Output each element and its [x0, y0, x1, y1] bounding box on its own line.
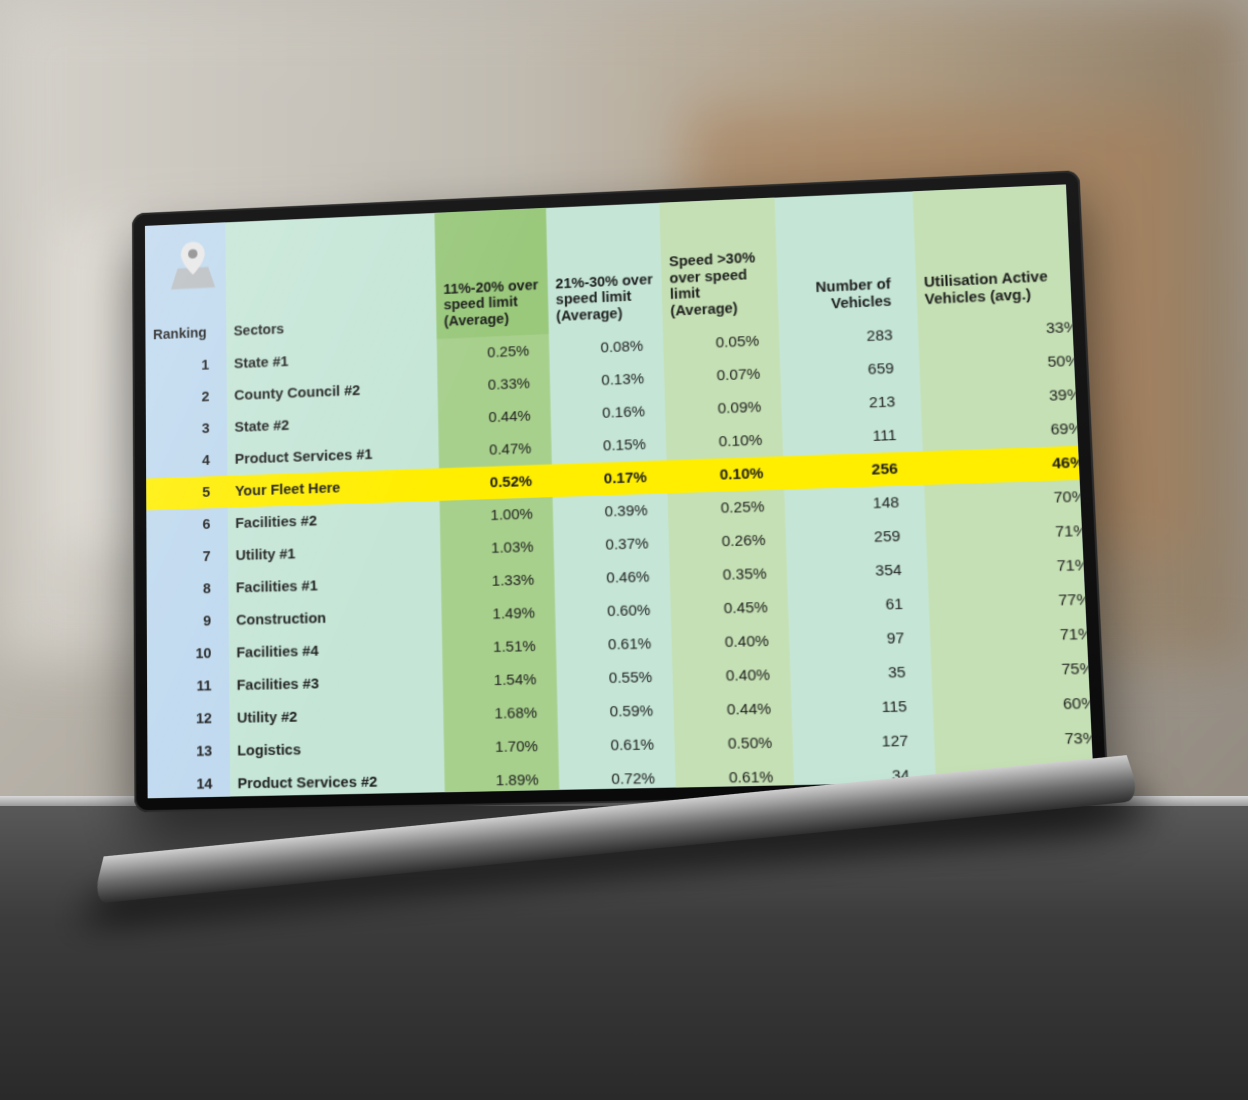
cell-sector[interactable]: Product Services #2 — [230, 764, 445, 798]
cell-speed-over-30[interactable]: 0.07% — [664, 356, 781, 394]
cell-number-vehicles[interactable]: 213 — [781, 384, 921, 423]
cell-utilisation[interactable]: 71% — [925, 513, 1093, 552]
cell-rank[interactable]: 6 — [146, 507, 227, 542]
cell-rank[interactable]: 8 — [147, 572, 229, 606]
cell-speed-11-20[interactable]: 1.70% — [443, 729, 558, 764]
cell-number-vehicles[interactable]: 61 — [788, 586, 929, 623]
benchmark-table[interactable]: Ranking Sectors 11%-20% over speed limit… — [145, 185, 1093, 799]
cell-speed-over-30[interactable]: 0.35% — [669, 556, 788, 593]
cell-number-vehicles[interactable]: 111 — [782, 417, 922, 455]
header-number-vehicles[interactable]: Number of Vehicles — [775, 185, 917, 324]
cell-speed-21-30[interactable]: 0.39% — [552, 493, 668, 530]
cell-rank[interactable]: 7 — [147, 540, 228, 574]
cell-rank[interactable]: 2 — [146, 380, 227, 415]
header-speed-11-20[interactable]: 11%-20% over speed limit (Average) — [434, 204, 549, 338]
cell-speed-21-30[interactable]: 0.08% — [549, 329, 664, 367]
cell-number-vehicles[interactable]: 35 — [790, 655, 932, 692]
cell-number-vehicles[interactable]: 127 — [792, 723, 934, 759]
cell-speed-21-30[interactable]: 0.15% — [551, 427, 667, 464]
cell-speed-11-20[interactable]: 0.47% — [438, 431, 552, 468]
cell-rank[interactable]: 3 — [146, 412, 227, 447]
cell-speed-over-30[interactable]: 0.45% — [670, 590, 789, 626]
cell-speed-over-30[interactable]: 0.09% — [665, 389, 783, 427]
cell-sector[interactable]: Logistics — [229, 731, 444, 767]
spreadsheet[interactable]: Ranking Sectors 11%-20% over speed limit… — [145, 185, 1093, 799]
cell-speed-21-30[interactable]: 0.61% — [558, 727, 675, 762]
cell-rank[interactable]: 9 — [147, 604, 229, 638]
cell-sector[interactable]: Facilities #4 — [229, 632, 443, 669]
cell-speed-21-30[interactable]: 0.37% — [553, 526, 669, 562]
cell-speed-11-20[interactable]: 1.51% — [442, 629, 557, 665]
cell-speed-over-30[interactable]: 0.26% — [668, 523, 786, 560]
cell-speed-over-30[interactable]: 0.10% — [666, 423, 784, 460]
cell-rank[interactable]: 4 — [146, 443, 227, 478]
cell-number-vehicles[interactable]: 148 — [785, 485, 925, 523]
cell-number-vehicles[interactable]: 259 — [786, 518, 927, 556]
cell-utilisation[interactable]: 71% — [929, 616, 1093, 654]
cell-rank[interactable]: 5 — [146, 475, 227, 510]
cell-speed-11-20[interactable]: 1.03% — [440, 530, 554, 566]
cell-speed-over-30[interactable]: 0.44% — [673, 691, 792, 727]
location-pin-icon — [166, 235, 221, 293]
cell-speed-21-30[interactable]: 0.46% — [554, 560, 670, 596]
cell-speed-11-20[interactable]: 1.54% — [442, 662, 557, 697]
cell-speed-21-30[interactable]: 0.17% — [552, 460, 668, 497]
cell-speed-11-20[interactable]: 1.33% — [440, 563, 554, 599]
cell-speed-11-20[interactable]: 0.33% — [437, 366, 550, 403]
cell-number-vehicles[interactable]: 97 — [789, 620, 930, 657]
cell-speed-11-20[interactable]: 1.00% — [439, 497, 553, 533]
cell-rank[interactable]: 14 — [148, 767, 230, 798]
cell-sector[interactable]: Facilities #1 — [228, 566, 441, 604]
cell-speed-11-20[interactable]: 1.89% — [444, 763, 559, 798]
cell-speed-11-20[interactable]: 1.49% — [441, 596, 555, 632]
cell-utilisation[interactable]: 60% — [932, 686, 1094, 724]
cell-speed-over-30[interactable]: 0.10% — [667, 456, 785, 493]
laptop: Ranking Sectors 11%-20% over speed limit… — [122, 183, 1127, 873]
cell-number-vehicles[interactable]: 659 — [780, 351, 920, 390]
cell-sector[interactable]: Construction — [228, 599, 441, 637]
cell-utilisation[interactable]: 73% — [933, 720, 1093, 757]
cell-speed-21-30[interactable]: 0.60% — [555, 593, 672, 629]
cell-speed-21-30[interactable]: 0.16% — [550, 394, 665, 431]
cell-utilisation[interactable]: 46% — [922, 445, 1093, 485]
cell-rank[interactable]: 1 — [146, 348, 227, 383]
cell-speed-over-30[interactable]: 0.05% — [663, 323, 780, 361]
cell-speed-21-30[interactable]: 0.55% — [556, 660, 673, 696]
cell-speed-over-30[interactable]: 0.40% — [671, 624, 790, 660]
cell-speed-over-30[interactable]: 0.50% — [674, 726, 793, 762]
cell-utilisation[interactable]: 77% — [928, 582, 1094, 621]
header-speed-21-30[interactable]: 21%-30% over speed limit (Average) — [546, 198, 663, 334]
laptop-screen: Ranking Sectors 11%-20% over speed limit… — [145, 185, 1093, 799]
header-sectors[interactable]: Sectors — [225, 210, 436, 348]
cell-utilisation[interactable]: 71% — [926, 547, 1093, 586]
header-utilisation[interactable]: Utilisation Active Vehicles (avg.) — [912, 185, 1094, 318]
cell-rank[interactable]: 11 — [147, 669, 229, 703]
cell-speed-11-20[interactable]: 1.68% — [443, 696, 558, 731]
cell-speed-11-20[interactable]: 0.44% — [437, 399, 550, 436]
cell-rank[interactable]: 13 — [147, 734, 229, 768]
laptop-screen-bezel: Ranking Sectors 11%-20% over speed limit… — [132, 170, 1109, 812]
cell-utilisation[interactable]: 75% — [930, 651, 1093, 689]
cell-speed-21-30[interactable]: 0.72% — [558, 761, 675, 796]
cell-sector[interactable]: Utility #2 — [229, 698, 443, 735]
cell-number-vehicles[interactable]: 354 — [787, 552, 928, 590]
header-speed-over-30[interactable]: Speed >30% over speed limit (Average) — [659, 192, 779, 329]
cell-number-vehicles[interactable]: 115 — [791, 689, 933, 726]
cell-speed-over-30[interactable]: 0.40% — [672, 658, 791, 694]
cell-speed-11-20[interactable]: 0.25% — [436, 334, 549, 371]
cell-speed-11-20[interactable]: 0.52% — [439, 464, 553, 501]
cell-speed-21-30[interactable]: 0.61% — [555, 626, 672, 662]
cell-utilisation[interactable]: 70% — [924, 479, 1094, 519]
cell-speed-21-30[interactable]: 0.59% — [557, 694, 674, 730]
cell-rank[interactable]: 12 — [147, 702, 229, 736]
cell-rank[interactable]: 10 — [147, 637, 229, 671]
cell-speed-21-30[interactable]: 0.13% — [549, 361, 664, 398]
cell-sector[interactable]: Facilities #3 — [229, 665, 443, 702]
cell-speed-over-30[interactable]: 0.25% — [668, 489, 786, 526]
cell-number-vehicles[interactable]: 256 — [783, 451, 923, 489]
